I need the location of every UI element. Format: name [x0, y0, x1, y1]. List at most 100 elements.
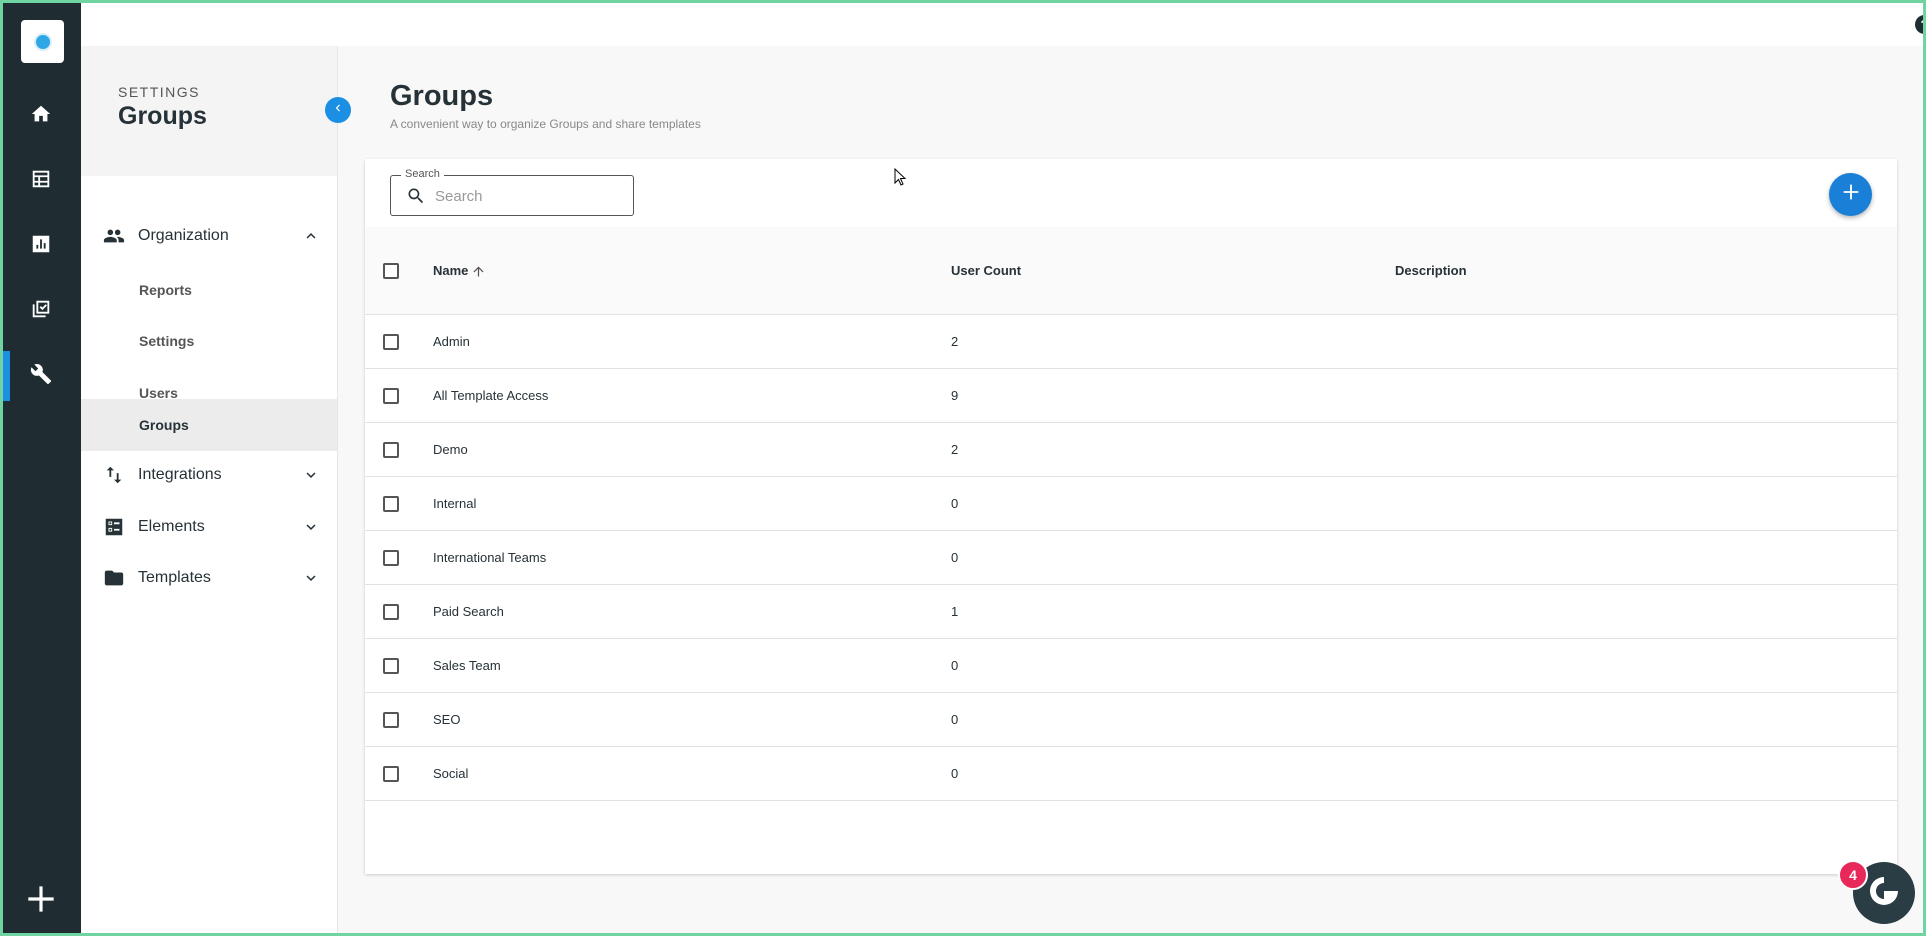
checklist-icon [30, 298, 52, 325]
help-icon[interactable]: ? [1915, 15, 1926, 34]
rail-tables[interactable] [0, 156, 81, 206]
row-checkbox[interactable] [383, 334, 399, 350]
folder-icon [103, 567, 125, 589]
cell-name: Sales Team [433, 658, 501, 673]
cell-name: Admin [433, 334, 470, 349]
sidebar-section-label: Organization [138, 227, 229, 244]
groups-card: Search Name User Count Description Admin… [365, 159, 1897, 874]
cell-user-count: 0 [951, 550, 959, 565]
plus-icon [22, 886, 60, 922]
cell-name: Internal [433, 496, 477, 511]
row-checkbox[interactable] [383, 550, 399, 566]
column-header-user-count[interactable]: User Count [951, 263, 1021, 278]
notification-badge: 4 [1838, 860, 1868, 890]
sidebar-item-label: Groups [139, 417, 189, 433]
sidebar-item-reports[interactable]: Reports [81, 265, 337, 315]
row-checkbox[interactable] [383, 442, 399, 458]
table-body: Admin 2 All Template Access 9 Demo 2 Int… [365, 315, 1897, 801]
row-checkbox[interactable] [383, 388, 399, 404]
chevron-left-icon [331, 101, 345, 120]
row-checkbox[interactable] [383, 766, 399, 782]
wrench-icon [30, 363, 52, 390]
column-header-name[interactable]: Name [433, 263, 486, 279]
row-checkbox[interactable] [383, 496, 399, 512]
page-subtitle: A convenient way to organize Groups and … [390, 117, 701, 131]
sidebar-section-label: Elements [138, 518, 205, 535]
cell-user-count: 2 [951, 442, 959, 457]
search-icon [406, 186, 426, 206]
column-header-description[interactable]: Description [1395, 263, 1467, 278]
sidebar-section-templates[interactable]: Templates [81, 553, 337, 603]
rail-tasks[interactable] [0, 286, 81, 336]
table-toolbar: Search [365, 159, 1897, 227]
add-group-button[interactable] [1829, 173, 1872, 216]
rail-add-button[interactable] [22, 880, 60, 918]
sidebar-section-organization[interactable]: Organization [81, 211, 337, 261]
select-all-checkbox[interactable] [383, 263, 399, 279]
sidebar-item-label: Reports [139, 282, 192, 298]
collapse-sidebar-button[interactable] [325, 97, 351, 123]
sidebar-section-elements[interactable]: Elements [81, 502, 337, 552]
cell-name: International Teams [433, 550, 547, 565]
cell-name: Demo [433, 442, 468, 457]
table-header: Name User Count Description [365, 227, 1897, 315]
settings-sidebar: SETTINGS Groups Organization Reports Set… [81, 46, 338, 936]
sidebar-heading: Groups [118, 102, 207, 130]
rail-reports[interactable] [0, 221, 81, 271]
sidebar-section-integrations[interactable]: Integrations [81, 450, 337, 500]
table-row[interactable]: Sales Team 0 [365, 639, 1897, 693]
sidebar-section-label: Integrations [138, 466, 222, 483]
elements-icon [103, 516, 125, 538]
cell-name: Paid Search [433, 604, 504, 619]
column-header-label: Name [433, 263, 469, 278]
cell-user-count: 2 [951, 334, 959, 349]
table-row[interactable]: All Template Access 9 [365, 369, 1897, 423]
top-bar: ? [81, 0, 1926, 46]
row-checkbox[interactable] [383, 604, 399, 620]
table-row[interactable]: Admin 2 [365, 315, 1897, 369]
cell-user-count: 1 [951, 604, 959, 619]
row-checkbox[interactable] [383, 712, 399, 728]
chart-icon [30, 233, 52, 260]
cell-name: Social [433, 766, 469, 781]
table-row[interactable]: Social 0 [365, 747, 1897, 801]
sidebar-kicker: SETTINGS [118, 84, 201, 100]
chevron-down-icon [302, 466, 320, 484]
table-row[interactable]: International Teams 0 [365, 531, 1897, 585]
rail-settings[interactable] [0, 351, 81, 401]
search-legend: Search [401, 168, 444, 180]
sidebar-section-label: Templates [138, 569, 211, 586]
cell-user-count: 0 [951, 496, 959, 511]
row-checkbox[interactable] [383, 658, 399, 674]
sidebar-item-settings[interactable]: Settings [81, 316, 337, 366]
table-row[interactable]: Paid Search 1 [365, 585, 1897, 639]
cell-name: SEO [433, 712, 461, 727]
page-title: Groups [390, 80, 494, 112]
sidebar-item-label: Settings [139, 333, 195, 349]
cell-user-count: 0 [951, 766, 959, 781]
table-icon [30, 168, 52, 195]
cell-user-count: 9 [951, 388, 959, 403]
cell-user-count: 0 [951, 658, 959, 673]
table-row[interactable]: Internal 0 [365, 477, 1897, 531]
chat-widget-icon [1866, 873, 1902, 914]
mouse-cursor-icon [894, 168, 906, 186]
app-logo[interactable] [21, 20, 64, 63]
sync-arrows-icon [103, 464, 125, 486]
rail-home[interactable] [0, 91, 81, 141]
logo-mark [35, 34, 50, 49]
people-icon [103, 225, 125, 247]
cell-name: All Template Access [433, 388, 549, 403]
sidebar-item-groups[interactable]: Groups [81, 399, 337, 451]
sidebar-header: SETTINGS Groups [81, 46, 337, 176]
chevron-up-icon [302, 227, 320, 245]
home-icon [30, 103, 52, 130]
plus-icon [1840, 181, 1862, 208]
table-row[interactable]: SEO 0 [365, 693, 1897, 747]
search-input[interactable] [435, 184, 625, 208]
table-row[interactable]: Demo 2 [365, 423, 1897, 477]
chevron-down-icon [302, 569, 320, 587]
sort-arrow-up-icon [471, 264, 486, 279]
search-field[interactable]: Search [390, 168, 634, 216]
chevron-down-icon [302, 518, 320, 536]
